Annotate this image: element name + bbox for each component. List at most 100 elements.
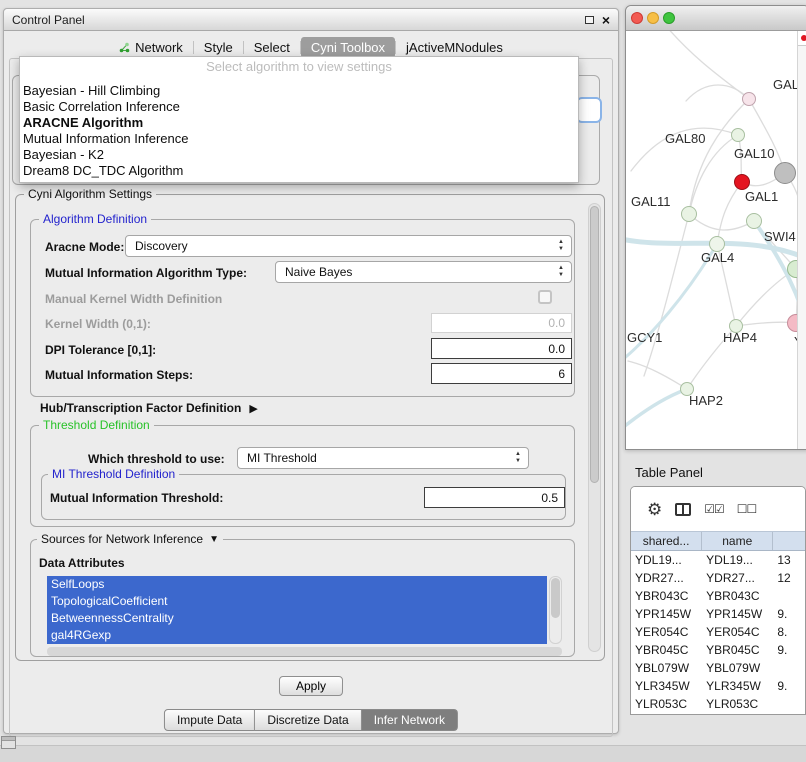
- bottom-tabs: Impute DataDiscretize DataInfer Network: [164, 709, 458, 731]
- tab-jactivemnodules[interactable]: jActiveMNodules: [396, 37, 513, 58]
- tab-style[interactable]: Style: [194, 37, 243, 58]
- select-all-checks-icon[interactable]: ☑☑: [704, 502, 724, 516]
- table-row[interactable]: YLR345WYLR345W9.: [631, 677, 805, 695]
- table-row[interactable]: YDR27...YDR27...12: [631, 569, 805, 587]
- table-cell: 9.: [773, 607, 805, 621]
- dropdown-item-basic-correlation-inference[interactable]: Basic Correlation Inference: [20, 99, 578, 115]
- columns-icon[interactable]: [675, 503, 691, 516]
- mi-steps-input[interactable]: 6: [431, 363, 572, 384]
- close-traffic-light-icon[interactable]: [631, 12, 643, 24]
- minimize-traffic-light-icon[interactable]: [647, 12, 659, 24]
- mi-threshold-input[interactable]: 0.5: [424, 487, 565, 508]
- zoom-traffic-light-icon[interactable]: [663, 12, 675, 24]
- table-row[interactable]: YDL19...YDL19...13: [631, 551, 805, 569]
- table-row[interactable]: YER054CYER054C8.: [631, 623, 805, 641]
- collapse-arrow-icon: ▼: [209, 534, 219, 545]
- sources-group: Sources for Network Inference ▼ Data Att…: [30, 539, 575, 657]
- network-canvas[interactable]: GAL8GAL80GAL10GAL11GAL1SWI4GAL4GCY1HAP4H…: [626, 31, 806, 449]
- network-node[interactable]: [734, 174, 750, 190]
- attributes-list-vthumb[interactable]: [551, 578, 560, 618]
- network-scroll-button[interactable]: [798, 31, 806, 46]
- table-cell: YLR345W: [631, 679, 702, 693]
- control-panel-titlebar[interactable]: Control Panel ×: [4, 9, 618, 31]
- deselect-all-checks-icon[interactable]: ☐☐: [737, 502, 757, 516]
- algorithm-dropdown: Select algorithm to view settings Bayesi…: [19, 56, 579, 183]
- apply-button[interactable]: Apply: [279, 676, 343, 696]
- tab-label: Cyni Toolbox: [311, 40, 385, 55]
- which-threshold-label: Which threshold to use:: [88, 452, 225, 466]
- network-node[interactable]: [731, 128, 745, 142]
- kernel-width-label: Kernel Width (0,1):: [45, 317, 151, 331]
- gear-icon[interactable]: ⚙: [647, 501, 662, 518]
- settings-scrollbar[interactable]: [588, 203, 601, 652]
- tab-label: Style: [204, 40, 233, 55]
- kernel-width-input[interactable]: 0.0: [431, 313, 572, 333]
- table-row[interactable]: YBR045CYBR045C9.: [631, 641, 805, 659]
- threshold-definition-group: Threshold Definition Which threshold to …: [30, 425, 575, 527]
- network-node[interactable]: [746, 213, 762, 229]
- tab-network[interactable]: Network: [109, 37, 193, 58]
- aracne-mode-label: Aracne Mode:: [45, 240, 124, 254]
- desktop: Control Panel × Network Style Select Cyni T…: [0, 0, 806, 762]
- dropdown-item-bayesian-hill-climbing[interactable]: Bayesian - Hill Climbing: [20, 83, 578, 99]
- network-scrollbar[interactable]: [797, 31, 806, 449]
- collapsed-panel-icon[interactable]: [1, 736, 16, 749]
- attributes-list-vscrollbar[interactable]: [549, 576, 562, 644]
- float-window-icon[interactable]: [585, 16, 594, 24]
- table-cell: 8.: [773, 625, 805, 639]
- settings-scrollbar-thumb[interactable]: [590, 206, 599, 483]
- manual-kernel-checkbox[interactable]: [538, 290, 552, 304]
- table-row[interactable]: YPR145WYPR145W9.: [631, 605, 805, 623]
- column-header[interactable]: [773, 532, 805, 550]
- table-cell: YPR145W: [631, 607, 702, 621]
- bottom-tab-infer-network[interactable]: Infer Network: [362, 709, 458, 731]
- which-threshold-combobox[interactable]: MI Threshold: [237, 447, 529, 469]
- attributes-list-hscrollbar[interactable]: [47, 647, 562, 656]
- which-threshold-value: MI Threshold: [247, 451, 317, 465]
- red-marker-dot: [801, 35, 806, 41]
- network-node[interactable]: [774, 162, 796, 184]
- hub-section-toggle[interactable]: Hub/Transcription Factor Definition ▶: [40, 401, 258, 415]
- dropdown-item-aracne-algorithm[interactable]: ARACNE Algorithm: [20, 115, 578, 131]
- aracne-mode-value: Discovery: [135, 239, 188, 253]
- table-cell: YDL19...: [702, 553, 773, 567]
- network-titlebar[interactable]: [626, 6, 806, 31]
- table-row[interactable]: YBL079WYBL079W: [631, 659, 805, 677]
- node-label-gal80: GAL80: [665, 131, 705, 146]
- close-icon[interactable]: ×: [602, 13, 610, 27]
- column-header[interactable]: name: [702, 532, 773, 550]
- dropdown-item-bayesian-k2[interactable]: Bayesian - K2: [20, 147, 578, 163]
- sources-group-toggle[interactable]: Sources for Network Inference ▼: [37, 532, 223, 546]
- dropdown-item-dream8-dc-tdc-algorithm[interactable]: Dream8 DC_TDC Algorithm: [20, 163, 578, 179]
- table-cell: 9.: [773, 679, 805, 693]
- tab-select[interactable]: Select: [244, 37, 300, 58]
- network-node[interactable]: [742, 92, 756, 106]
- bottom-tab-impute-data[interactable]: Impute Data: [164, 709, 255, 731]
- table-cell: YER054C: [631, 625, 702, 639]
- attribute-list-item[interactable]: gal4RGexp: [47, 627, 547, 644]
- table-cell: YBR043C: [631, 589, 702, 603]
- table-cell: YDR27...: [631, 571, 702, 585]
- table-row[interactable]: YBR043CYBR043C: [631, 587, 805, 605]
- network-node[interactable]: [681, 206, 697, 222]
- dpi-tolerance-input[interactable]: 0.0: [431, 338, 572, 359]
- attribute-list-item[interactable]: TopologicalCoefficient: [47, 593, 547, 610]
- mi-type-combobox[interactable]: Naive Bayes: [275, 261, 572, 283]
- bottom-tab-discretize-data[interactable]: Discretize Data: [255, 709, 361, 731]
- dropdown-item-mutual-information-inference[interactable]: Mutual Information Inference: [20, 131, 578, 147]
- table-body: YDL19...YDL19...13YDR27...YDR27...12YBR0…: [631, 551, 805, 713]
- node-label-gal11: GAL11: [631, 194, 671, 209]
- column-header[interactable]: shared...: [631, 532, 702, 550]
- table-row[interactable]: YLR053CYLR053C: [631, 695, 805, 713]
- node-label-gal10: GAL10: [734, 146, 774, 161]
- tab-label: jActiveMNodules: [406, 40, 503, 55]
- algorithm-combobox-fragment[interactable]: [576, 97, 602, 123]
- attribute-list-item[interactable]: SelfLoops: [47, 576, 547, 593]
- tab-cyni-toolbox[interactable]: Cyni Toolbox: [301, 37, 395, 58]
- network-graph-icon: [119, 42, 130, 53]
- threshold-definition-title: Threshold Definition: [39, 418, 154, 432]
- tab-label: Network: [135, 40, 183, 55]
- aracne-mode-combobox[interactable]: Discovery: [125, 235, 572, 257]
- node-label-swi4: SWI4: [764, 229, 796, 244]
- attribute-list-item[interactable]: BetweennessCentrality: [47, 610, 547, 627]
